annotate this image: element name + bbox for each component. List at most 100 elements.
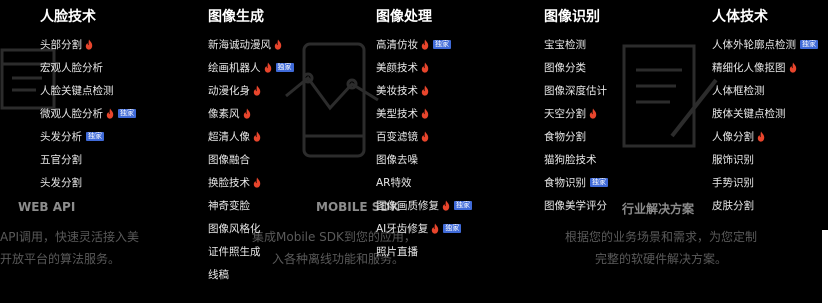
menu-item-label: 食物分割 [544,130,586,143]
menu-item-label: AI牙齿修复 [376,222,429,235]
menu-item-label: 食物识别 [544,176,586,189]
menu-item-label: 肢体关键点检测 [712,107,786,120]
menu-item-label: 证件照生成 [208,245,261,258]
menu-item-label: 新海诚动漫风 [208,38,271,51]
menu-column-title: 图像识别 [544,9,600,25]
menu-item[interactable]: 人脸关键点检测 [40,81,114,99]
menu-item[interactable]: 食物分割 [544,127,586,145]
menu-item[interactable]: 人体框检测 [712,81,765,99]
menu-item-label: 动漫化身 [208,84,250,97]
exclusive-badge: 独家 [800,39,818,49]
flame-icon [253,177,261,188]
menu-item-label: 头发分析 [40,130,82,143]
menu-item[interactable]: 动漫化身 [208,81,261,99]
menu-item-label: 超清人像 [208,130,250,143]
menu-item[interactable]: 绘画机器人 独家 [208,58,294,76]
exclusive-badge: 独家 [118,108,136,118]
menu-item[interactable]: 头部分割 [40,35,93,53]
menu-item[interactable]: 图像融合 [208,150,250,168]
menu-item[interactable]: 皮肤分割 [712,196,754,214]
menu-item[interactable]: 神奇变脸 [208,196,250,214]
menu-item-label: 猫狗脸技术 [544,153,597,166]
menu-item[interactable]: 食物识别 独家 [544,173,608,191]
exclusive-badge: 独家 [86,131,104,141]
menu-column-title: 人体技术 [712,9,768,25]
menu-column-title: 人脸技术 [40,9,96,25]
menu-item-label: 头发分割 [40,176,82,189]
flame-icon [431,223,439,234]
menu-item[interactable]: 百变滤镜 [376,127,429,145]
menu-item-label: 头部分割 [40,38,82,51]
menu-item[interactable]: 人体外轮廓点检测 独家 [712,35,818,53]
menu-item[interactable]: 微观人脸分析 独家 [40,104,136,122]
flame-icon [274,39,282,50]
menu-item[interactable]: 照片直播 [376,242,418,260]
exclusive-badge: 独家 [433,39,451,49]
exclusive-badge: 独家 [590,177,608,187]
menu-item-label: 微观人脸分析 [40,107,103,120]
menu-item-label: 人体外轮廓点检测 [712,38,796,51]
menu-item[interactable]: 图像深度估计 [544,81,607,99]
menu-item[interactable]: 图像画质修复 独家 [376,196,472,214]
flame-icon [253,85,261,96]
menu-item[interactable]: 图像分类 [544,58,586,76]
flame-icon [421,108,429,119]
industry-solution-title: 行业解决方案 [622,202,695,216]
menu-item[interactable]: 图像风格化 [208,219,261,237]
industry-solution-desc-2: 完整的软硬件解决方案。 [595,252,728,266]
menu-item-label: 天空分割 [544,107,586,120]
menu-item-label: 手势识别 [712,176,754,189]
menu-item-label: 皮肤分割 [712,199,754,212]
menu-item[interactable]: 宏观人脸分析 [40,58,103,76]
menu-item[interactable]: 天空分割 [544,104,597,122]
menu-item[interactable]: AI牙齿修复 独家 [376,219,462,237]
menu-item-label: 图像画质修复 [376,199,439,212]
menu-item-label: 高清仿妆 [376,38,418,51]
menu-item[interactable]: 人像分割 [712,127,765,145]
menu-item[interactable]: 美颜技术 [376,58,429,76]
menu-item[interactable]: 图像美学评分 [544,196,607,214]
menu-item[interactable]: 头发分析 独家 [40,127,104,145]
menu-item[interactable]: 证件照生成 [208,242,261,260]
menu-item-label: 绘画机器人 [208,61,261,74]
menu-item[interactable]: 五官分割 [40,150,82,168]
menu-item-label: 照片直播 [376,245,418,258]
menu-item[interactable]: 换脸技术 [208,173,261,191]
menu-item[interactable]: 美型技术 [376,104,429,122]
menu-item-label: 宏观人脸分析 [40,61,103,74]
menu-item[interactable]: 超清人像 [208,127,261,145]
menu-item-label: 图像融合 [208,153,250,166]
flame-icon [442,200,450,211]
menu-column-title: 图像生成 [208,9,264,25]
menu-item-label: 服饰识别 [712,153,754,166]
menu-item[interactable]: 高清仿妆 独家 [376,35,451,53]
menu-item[interactable]: 图像去噪 [376,150,418,168]
menu-item[interactable]: 猫狗脸技术 [544,150,597,168]
menu-item[interactable]: 像素风 [208,104,251,122]
menu-item-label: 美型技术 [376,107,418,120]
menu-item-label: 线稿 [208,268,229,281]
menu-item[interactable]: 美妆技术 [376,81,429,99]
exclusive-badge: 独家 [443,223,462,233]
flame-icon [757,131,765,142]
menu-item-label: 人体框检测 [712,84,765,97]
menu-item[interactable]: 宝宝检测 [544,35,586,53]
menu-item[interactable]: 头发分割 [40,173,82,191]
menu-item-label: 美颜技术 [376,61,418,74]
menu-item[interactable]: AR特效 [376,173,411,191]
menu-item[interactable]: 手势识别 [712,173,754,191]
flame-icon [789,62,797,73]
exclusive-badge: 独家 [275,62,294,72]
menu-item[interactable]: 新海诚动漫风 [208,35,282,53]
menu-item[interactable]: 精细化人像抠图 [712,58,797,76]
menu-item-label: 人脸关键点检测 [40,84,114,97]
web-api-desc-1: API调用，快速灵活接入美 [0,230,139,244]
menu-item-label: 图像风格化 [208,222,261,235]
menu-item-label: 像素风 [208,107,240,120]
menu-item[interactable]: 服饰识别 [712,150,754,168]
flame-icon [421,131,429,142]
flame-icon [85,39,93,50]
menu-item[interactable]: 肢体关键点检测 [712,104,786,122]
flame-icon [106,108,114,119]
menu-item[interactable]: 线稿 [208,265,229,283]
